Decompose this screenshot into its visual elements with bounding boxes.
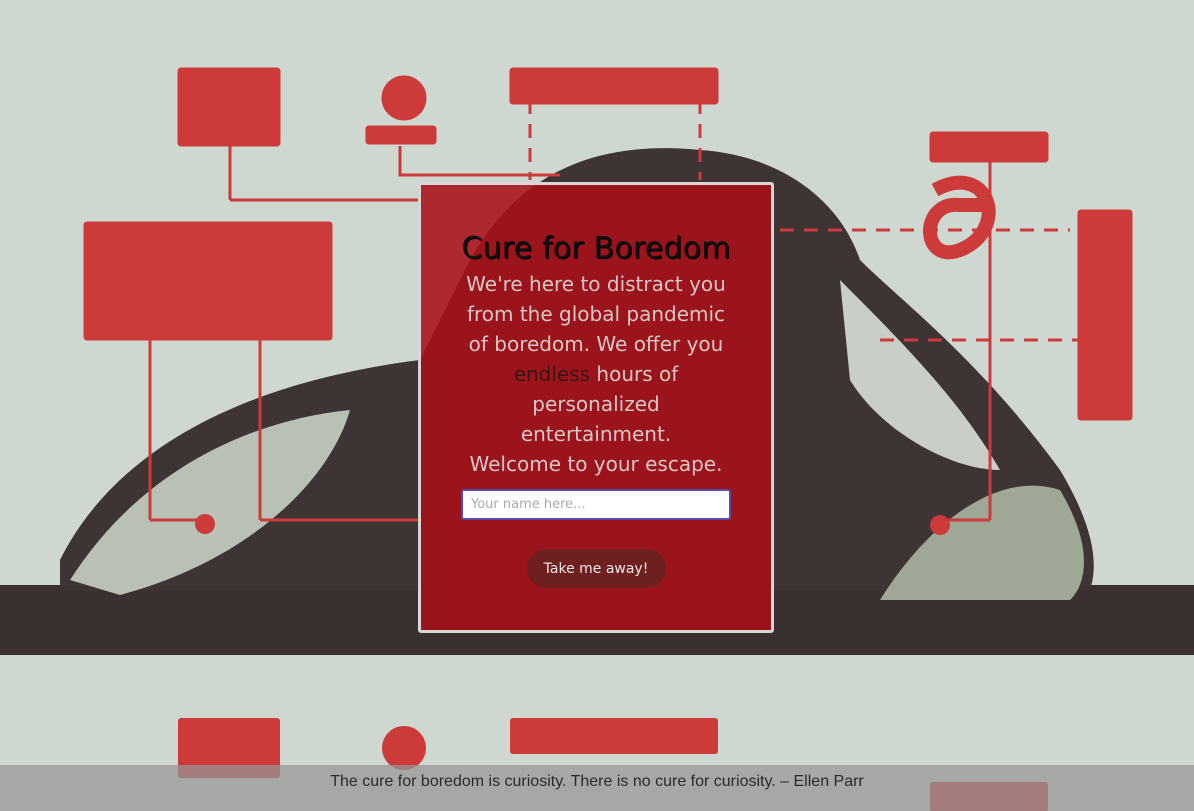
quote-footer: The cure for boredom is curiosity. There…	[0, 765, 1194, 811]
page-title: Cure for Boredom	[461, 231, 731, 266]
quote-text: The cure for boredom is curiosity. There…	[330, 773, 864, 790]
take-me-away-button[interactable]: Take me away!	[526, 549, 666, 588]
tagline: We're here to distract you from the glob…	[466, 269, 726, 479]
tagline-text-start: We're here to distract you from the glob…	[466, 272, 726, 356]
signup-card: Cure for Boredom We're here to distract …	[418, 182, 774, 633]
name-input[interactable]	[461, 489, 731, 520]
tagline-emphasis: endless	[513, 362, 591, 386]
tagline-welcome: Welcome to your escape.	[469, 452, 723, 476]
